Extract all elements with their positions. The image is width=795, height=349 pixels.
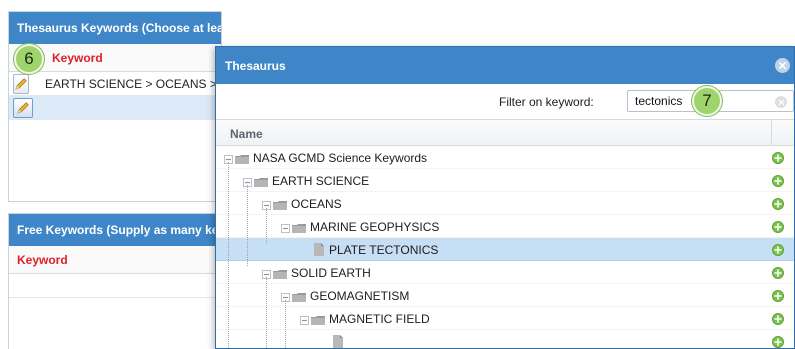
tree-connector-line [285, 300, 286, 348]
edit-keyword-button[interactable] [13, 97, 33, 118]
close-icon[interactable] [775, 58, 790, 73]
plus-circle-icon[interactable] [772, 198, 784, 210]
tree-node[interactable] [216, 330, 794, 348]
tree-node[interactable]: MAGNETIC FIELD [216, 307, 794, 330]
keyword-row[interactable]: EARTH SCIENCE > OCEANS > MARINE GEOPHYSI… [9, 72, 473, 96]
minus-expander-icon[interactable] [224, 153, 233, 164]
tree-node[interactable]: OCEANS [216, 192, 794, 215]
folder-icon [292, 291, 306, 302]
folder-icon [254, 176, 268, 187]
thesaurus-keywords-panel: Thesaurus Keywords (Choose at least one … [8, 11, 473, 202]
folder-icon [235, 153, 249, 164]
tree-grid-header[interactable]: Name [216, 120, 794, 146]
folder-icon [273, 199, 287, 210]
tree-connector-line [247, 185, 248, 266]
tree-node[interactable]: PLATE TECTONICS [216, 238, 794, 261]
free-keywords-panel: Free Keywords (Supply as many keywords a… [8, 213, 222, 349]
document-icon [333, 335, 343, 348]
plus-circle-icon[interactable] [772, 313, 784, 325]
dialog-title: Thesaurus [225, 58, 286, 73]
tree-node-label: SOLID EARTH [291, 266, 371, 280]
tree-node[interactable]: MARINE GEOPHYSICS [216, 215, 794, 238]
filter-label: Filter on keyword: [499, 95, 594, 109]
tree-node[interactable]: NASA GCMD Science Keywords [216, 146, 794, 169]
tree-node-label: NASA GCMD Science Keywords [253, 151, 428, 165]
keyword-column-label: Keyword [52, 50, 103, 65]
dialog-titlebar[interactable]: Thesaurus [216, 47, 794, 84]
minus-expander-icon[interactable] [281, 291, 290, 302]
tree-node-label: EARTH SCIENCE [272, 174, 370, 188]
tree-node[interactable]: GEOMAGNETISM [216, 284, 794, 307]
minus-expander-icon[interactable] [262, 268, 271, 279]
plus-circle-icon[interactable] [772, 152, 784, 164]
tree-connector-line [228, 162, 229, 348]
minus-expander-icon[interactable] [243, 176, 252, 187]
document-icon [314, 243, 324, 256]
free-keyword-column-label: Keyword [17, 252, 68, 267]
plus-circle-icon[interactable] [772, 267, 784, 279]
keyword-row-empty[interactable] [9, 96, 221, 120]
tree-connector-line [266, 208, 267, 243]
plus-circle-icon[interactable] [772, 290, 784, 302]
plus-circle-icon[interactable] [772, 175, 784, 187]
keyword-tree: NASA GCMD Science Keywords EARTH SCIENCE O… [216, 146, 794, 348]
pencil-icon [15, 77, 27, 90]
name-column-label: Name [230, 127, 263, 141]
tree-node[interactable]: EARTH SCIENCE [216, 169, 794, 192]
step-6-callout: 6 [14, 44, 44, 74]
folder-icon [311, 314, 325, 325]
tree-node-label: MARINE GEOPHYSICS [310, 220, 440, 234]
edit-keyword-button[interactable] [13, 73, 29, 94]
tree-node-label: OCEANS [291, 197, 342, 211]
tree-node[interactable]: SOLID EARTH [216, 261, 794, 284]
plus-circle-icon[interactable] [772, 221, 784, 233]
free-keywords-title: Free Keywords (Supply as many keywords a… [9, 214, 221, 246]
tree-connector-line [266, 277, 267, 348]
free-keyword-row[interactable] [9, 274, 221, 298]
folder-icon [292, 222, 306, 233]
tree-node-label: GEOMAGNETISM [310, 289, 410, 303]
free-keyword-column-header[interactable]: Keyword [9, 246, 221, 274]
tree-node-label: PLATE TECTONICS [329, 243, 439, 257]
step-7-callout: 7 [692, 86, 722, 116]
tree-node-label: MAGNETIC FIELD [329, 312, 430, 326]
pencil-icon [17, 101, 29, 114]
plus-circle-icon[interactable] [772, 244, 784, 256]
minus-expander-icon[interactable] [300, 314, 309, 325]
thesaurus-keywords-title: Thesaurus Keywords (Choose at least one … [9, 12, 221, 44]
minus-expander-icon[interactable] [281, 222, 290, 233]
plus-circle-icon[interactable] [772, 336, 784, 348]
folder-icon [273, 268, 287, 279]
minus-expander-icon[interactable] [262, 199, 271, 210]
clear-icon[interactable] [775, 96, 787, 108]
column-separator [771, 120, 772, 146]
